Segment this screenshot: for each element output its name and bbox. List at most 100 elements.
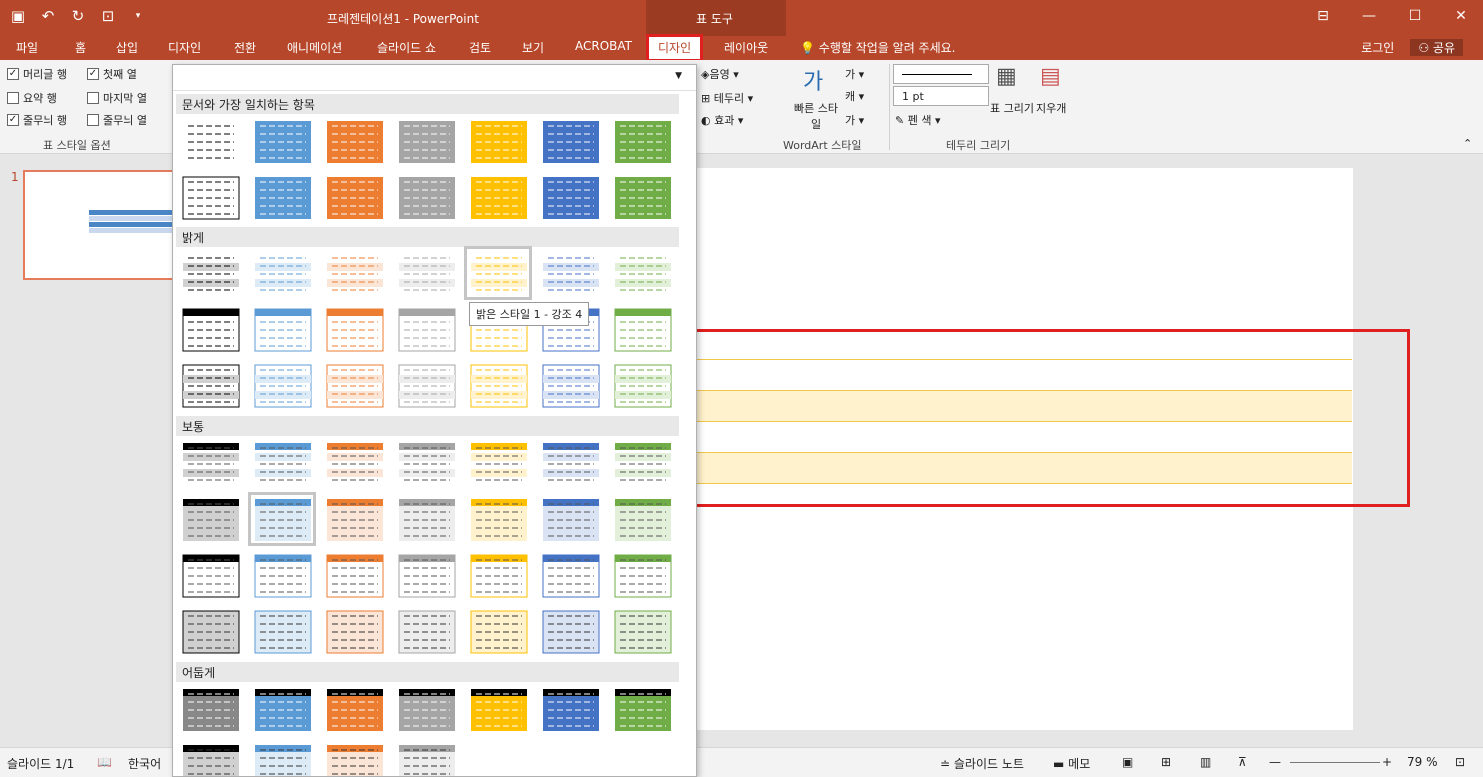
normal-view-icon[interactable]: ▣ xyxy=(1122,755,1133,769)
fit-slide-icon[interactable]: ⊡ xyxy=(1455,755,1465,769)
table-style-swatch[interactable] xyxy=(464,246,532,300)
table-style-swatch[interactable] xyxy=(541,119,599,163)
table-style-swatch[interactable] xyxy=(541,363,600,408)
table-style-swatch[interactable] xyxy=(613,307,672,352)
eraser-icon[interactable]: ▤ xyxy=(1040,64,1061,89)
banded-columns-checkbox[interactable]: 줄무늬 열 xyxy=(87,112,147,128)
table-style-swatch[interactable] xyxy=(325,497,383,541)
table-style-swatch[interactable] xyxy=(613,687,671,731)
draw-table-icon[interactable]: ▦ xyxy=(996,64,1017,89)
tab-animations[interactable]: 애니메이션 xyxy=(287,39,342,56)
table-style-swatch[interactable] xyxy=(253,687,311,731)
language-indicator[interactable]: 한국어 xyxy=(128,755,161,772)
shading-button[interactable]: ◈음영 ▾ xyxy=(701,66,739,82)
vertical-scrollbar[interactable] xyxy=(1460,155,1483,747)
share-button[interactable]: ⚇ 공유 xyxy=(1410,39,1463,56)
table-style-swatch[interactable] xyxy=(397,251,455,295)
zoom-out-button[interactable]: — xyxy=(1269,755,1281,769)
table-style-swatch[interactable] xyxy=(181,553,240,598)
table-style-swatch[interactable] xyxy=(325,307,384,352)
table-style-swatch[interactable] xyxy=(469,363,528,408)
tab-table-layout[interactable]: 레이아웃 xyxy=(724,39,768,56)
slide-thumbnail[interactable] xyxy=(23,170,183,280)
tab-file[interactable]: 파일 xyxy=(16,39,38,56)
last-column-checkbox[interactable]: 마지막 열 xyxy=(87,90,147,106)
quick-styles-icon[interactable]: 가 xyxy=(803,64,823,96)
total-row-checkbox[interactable]: 요약 행 xyxy=(7,90,57,106)
tab-transitions[interactable]: 전환 xyxy=(234,39,256,56)
tab-table-design[interactable]: 디자인 xyxy=(645,34,704,62)
table-style-swatch[interactable] xyxy=(397,497,455,541)
text-effects-icon[interactable]: 가 ▾ xyxy=(845,112,864,128)
tab-design[interactable]: 디자인 xyxy=(168,39,201,56)
ribbon-display-icon[interactable]: ⊟ xyxy=(1311,6,1335,26)
reading-view-icon[interactable]: ▥ xyxy=(1200,755,1211,769)
table-style-swatch[interactable] xyxy=(181,251,239,295)
draw-table-label[interactable]: 표 그리기 xyxy=(990,100,1034,116)
present-icon[interactable]: ⊡ xyxy=(98,6,118,26)
spellcheck-icon[interactable]: 📖 xyxy=(97,755,112,769)
table-style-swatch[interactable] xyxy=(253,175,311,219)
table-style-swatch[interactable] xyxy=(181,119,239,163)
signin-link[interactable]: 로그인 xyxy=(1361,39,1394,56)
table-style-swatch[interactable] xyxy=(397,175,455,219)
redo-icon[interactable]: ↻ xyxy=(68,6,88,26)
table-style-swatch[interactable] xyxy=(253,441,311,485)
table-style-swatch[interactable] xyxy=(469,687,527,731)
table-style-swatch[interactable] xyxy=(541,175,599,219)
text-outline-icon[interactable]: 캐 ▾ xyxy=(845,88,864,104)
table-style-swatch[interactable] xyxy=(469,497,527,541)
text-fill-icon[interactable]: 가 ▾ xyxy=(845,66,864,82)
table-style-swatch[interactable] xyxy=(541,497,599,541)
table-style-swatch[interactable] xyxy=(613,553,672,598)
eraser-label[interactable]: 지우개 xyxy=(1036,100,1066,116)
table-style-swatch[interactable] xyxy=(397,363,456,408)
table-style-swatch[interactable] xyxy=(248,492,316,546)
table-style-swatch[interactable] xyxy=(613,175,671,219)
pen-weight-select[interactable]: 1 pt xyxy=(893,86,989,106)
banded-rows-checkbox[interactable]: ✓ 줄무늬 행 xyxy=(7,112,67,128)
table-style-swatch[interactable] xyxy=(181,441,239,485)
table-style-swatch[interactable] xyxy=(613,251,671,295)
table-style-swatch[interactable] xyxy=(325,743,383,776)
minimize-icon[interactable]: — xyxy=(1357,6,1381,26)
table-style-swatch[interactable] xyxy=(541,251,599,295)
tab-slideshow[interactable]: 슬라이드 쇼 xyxy=(377,39,436,56)
table-style-swatch[interactable] xyxy=(181,497,239,541)
table-style-swatch[interactable] xyxy=(181,687,239,731)
table-style-swatch[interactable] xyxy=(469,175,527,219)
table-style-swatch[interactable] xyxy=(541,687,599,731)
borders-button[interactable]: ⊞ 테두리 ▾ xyxy=(701,90,753,106)
table-style-swatch[interactable] xyxy=(541,553,600,598)
slideshow-icon[interactable]: ⊼ xyxy=(1238,755,1247,769)
table-style-swatch[interactable] xyxy=(397,553,456,598)
table-style-swatch[interactable] xyxy=(325,553,384,598)
header-row-checkbox[interactable]: ✓ 머리글 행 xyxy=(7,66,67,82)
pen-style-select[interactable] xyxy=(893,64,989,84)
table-style-swatch[interactable] xyxy=(181,743,239,776)
table-style-swatch[interactable] xyxy=(397,743,455,776)
save-icon[interactable]: ▣ xyxy=(8,6,28,26)
maximize-icon[interactable]: ☐ xyxy=(1403,6,1427,26)
table-style-swatch[interactable] xyxy=(397,119,455,163)
table-style-swatch[interactable] xyxy=(541,441,599,485)
tab-review[interactable]: 검토 xyxy=(469,39,491,56)
table-style-swatch[interactable] xyxy=(325,363,384,408)
table-style-swatch[interactable] xyxy=(541,609,600,654)
notes-button[interactable]: ≐ 슬라이드 노트 xyxy=(940,755,1024,772)
close-icon[interactable]: ✕ xyxy=(1449,6,1473,26)
table-style-swatch[interactable] xyxy=(253,609,312,654)
table-style-swatch[interactable] xyxy=(253,251,311,295)
tab-insert[interactable]: 삽입 xyxy=(116,39,138,56)
comments-button[interactable]: ▬ 메모 xyxy=(1053,755,1090,772)
table-style-swatch[interactable] xyxy=(325,441,383,485)
slide-sorter-icon[interactable]: ⊞ xyxy=(1161,755,1171,769)
table-style-swatch[interactable] xyxy=(613,441,671,485)
table-style-swatch[interactable] xyxy=(181,609,240,654)
effects-button[interactable]: ◐ 효과 ▾ xyxy=(701,112,743,128)
chevron-down-icon[interactable]: ▼ xyxy=(675,71,682,81)
collapse-ribbon-icon[interactable]: ⌃ xyxy=(1463,137,1472,150)
zoom-in-button[interactable]: + xyxy=(1382,755,1392,769)
table-style-swatch[interactable] xyxy=(325,687,383,731)
table-style-swatch[interactable] xyxy=(181,175,240,220)
